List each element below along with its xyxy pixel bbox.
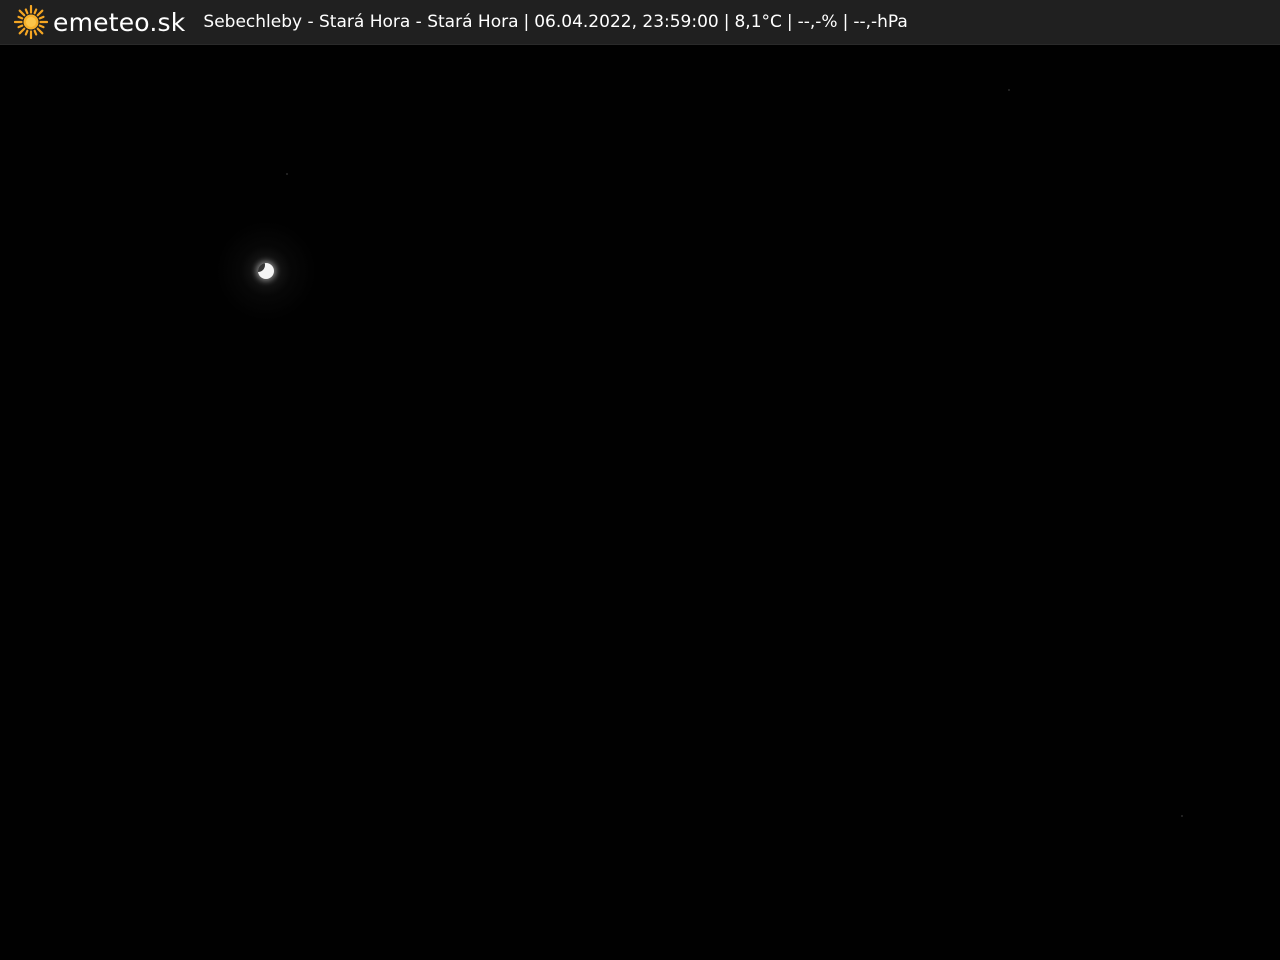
star [286, 173, 288, 175]
sun-ray [18, 27, 26, 35]
sun-ray [18, 9, 26, 17]
sun-icon [14, 5, 48, 39]
sun-ray [38, 15, 45, 20]
webcam-caption: Sebechleby - Stará Hora - Stará Hora | 0… [203, 12, 907, 32]
moon-icon [258, 263, 274, 279]
sun-ray [17, 24, 24, 29]
webcam-night-image [0, 45, 1280, 960]
star [1008, 89, 1010, 91]
separator: | [723, 12, 730, 32]
sun-ray [33, 8, 38, 15]
separator: | [786, 12, 793, 32]
sun-ray [24, 8, 29, 15]
sun-ray [33, 29, 38, 36]
sun-ray [17, 15, 24, 20]
star [1181, 815, 1183, 817]
sun-ray [36, 9, 44, 17]
sun-ray [36, 27, 44, 35]
separator: | [523, 12, 530, 32]
datetime-label: 06.04.2022, 23:59:00 [534, 12, 719, 32]
temperature-label: 8,1°C [734, 12, 782, 32]
moon-shadow [258, 263, 265, 272]
brand-name: emeteo.sk [53, 7, 186, 37]
pressure-label: --,-hPa [853, 12, 908, 32]
location-label: Sebechleby - Stará Hora - Stará Hora [203, 12, 519, 32]
brand-logo[interactable]: emeteo.sk [14, 5, 185, 39]
sun-ray [38, 24, 45, 29]
webcam-header-bar: emeteo.sk Sebechleby - Stará Hora - Star… [0, 0, 1280, 45]
humidity-label: --,-% [797, 12, 838, 32]
sun-ray [24, 29, 29, 36]
separator: | [842, 12, 849, 32]
